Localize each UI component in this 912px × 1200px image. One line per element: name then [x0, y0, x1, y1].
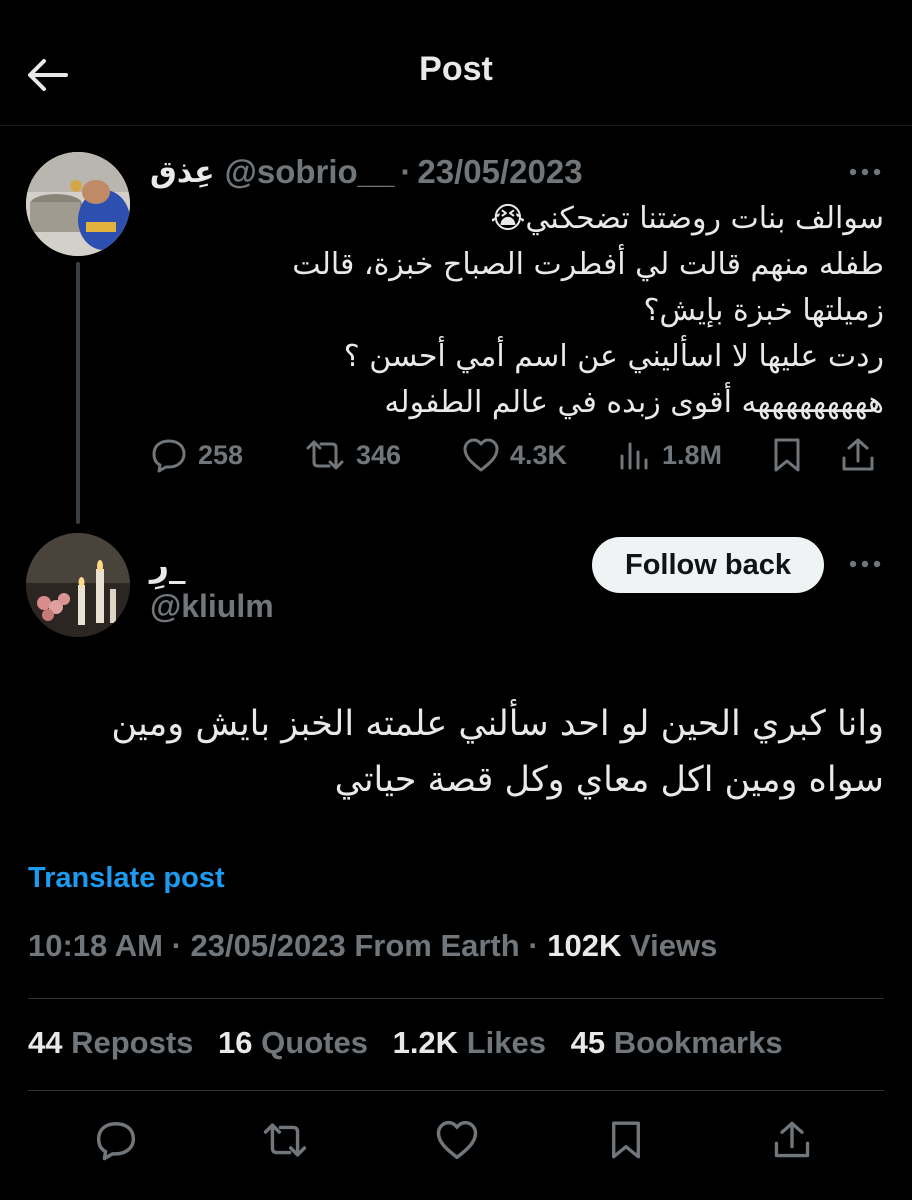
author-handle[interactable]: @sobrio__: [225, 153, 395, 191]
thread-line: [76, 262, 80, 524]
share-button[interactable]: [762, 1110, 822, 1170]
separator-dot: ·: [528, 928, 539, 963]
post-date[interactable]: 23/05/2023: [191, 928, 346, 963]
bookmark-button[interactable]: [596, 1110, 656, 1170]
post-text-line: وانا كبري الحين لو احد سألني علمته الخبز…: [111, 704, 884, 744]
speech-bubble-icon: [152, 439, 186, 473]
more-options-button[interactable]: [840, 544, 890, 584]
like-button[interactable]: [427, 1110, 487, 1170]
reposts-stat[interactable]: 44 Reposts: [28, 1025, 193, 1060]
reply-button[interactable]: 258: [150, 430, 243, 480]
post-text-line: ردت عليها لا اسأليني عن اسم أمي أحسن ؟: [343, 339, 884, 374]
avatar[interactable]: [26, 533, 130, 637]
bookmark-button[interactable]: [770, 430, 804, 480]
repost-button[interactable]: [255, 1110, 315, 1170]
speech-bubble-icon: [96, 1122, 136, 1161]
author-handle[interactable]: @kliulm: [150, 588, 274, 625]
reply-count: 258: [198, 439, 244, 470]
more-dots-icon: [849, 168, 881, 176]
repost-count: 346: [356, 439, 402, 470]
repost-button[interactable]: 346: [304, 430, 401, 480]
views-count[interactable]: 102K: [547, 928, 621, 963]
like-button[interactable]: 4.3K: [462, 430, 567, 480]
share-upload-icon: [842, 438, 874, 471]
bookmarks-stat[interactable]: 45 Bookmarks: [571, 1025, 783, 1060]
author-name[interactable]: رِ_: [150, 545, 186, 584]
post-time[interactable]: 10:18 AM: [28, 928, 163, 963]
top-bar: Post: [0, 0, 912, 126]
post-text-line: زميلتها خبزة بإيش؟: [643, 293, 884, 328]
post-text-line: هههههههههه أقوى زبده في عالم الطفوله: [384, 385, 884, 420]
like-count: 4.3K: [510, 439, 568, 470]
author-name[interactable]: عِذق: [150, 155, 215, 190]
translate-post-link[interactable]: Translate post: [28, 862, 225, 895]
parent-post-header: عِذق @sobrio__ · 23/05/2023: [150, 150, 583, 194]
quotes-stat[interactable]: 16 Quotes: [218, 1025, 368, 1060]
divider: [28, 1090, 884, 1091]
bookmark-icon: [774, 438, 800, 472]
post-metadata: 10:18 AM · 23/05/2023 From Earth · 102K …: [28, 928, 717, 964]
avatar[interactable]: [26, 152, 130, 256]
bar-chart-icon: [620, 442, 648, 470]
post-source: From Earth: [354, 928, 520, 963]
engagement-stats: 44 Reposts 16 Quotes 1.2K Likes 45 Bookm…: [28, 1025, 799, 1061]
reply-post-actions: [0, 1110, 912, 1170]
views-button[interactable]: 1.8M: [618, 430, 722, 480]
heart-icon: [463, 438, 499, 472]
avatar-photo: [26, 152, 130, 256]
post-text-line: سوالف بنات روضتنا تضحكني😭: [490, 201, 884, 236]
likes-stat[interactable]: 1.2K Likes: [393, 1025, 546, 1060]
repost-arrows-icon: [306, 440, 344, 470]
parent-post-text: سوالف بنات روضتنا تضحكني😭 طفله منهم قالت…: [150, 196, 884, 426]
share-button[interactable]: [840, 430, 876, 480]
reply-button[interactable]: [86, 1110, 146, 1170]
reply-post-text: وانا كبري الحين لو احد سألني علمته الخبز…: [28, 696, 884, 808]
repost-arrows-icon: [263, 1123, 307, 1157]
parent-post-actions: 258 346 4.3K 1.8M: [150, 430, 890, 480]
post-date[interactable]: 23/05/2023: [417, 153, 582, 191]
separator-dot: ·: [171, 928, 182, 963]
separator-dot: ·: [400, 153, 412, 190]
more-options-button[interactable]: [840, 152, 890, 192]
share-upload-icon: [774, 1121, 810, 1158]
page-title: Post: [419, 50, 493, 88]
more-dots-icon: [849, 560, 881, 568]
heart-icon: [436, 1120, 478, 1160]
divider: [28, 998, 884, 999]
views-label: Views: [630, 928, 718, 963]
post-text-line: سواه ومين اكل معاي وكل قصة حياتي: [334, 760, 884, 800]
bookmark-icon: [612, 1121, 640, 1159]
post-text-line: طفله منهم قالت لي أفطرت الصباح خبزة، قال…: [292, 247, 884, 282]
avatar-photo: [26, 533, 130, 637]
follow-back-button[interactable]: Follow back: [592, 537, 824, 593]
view-count: 1.8M: [662, 439, 723, 470]
